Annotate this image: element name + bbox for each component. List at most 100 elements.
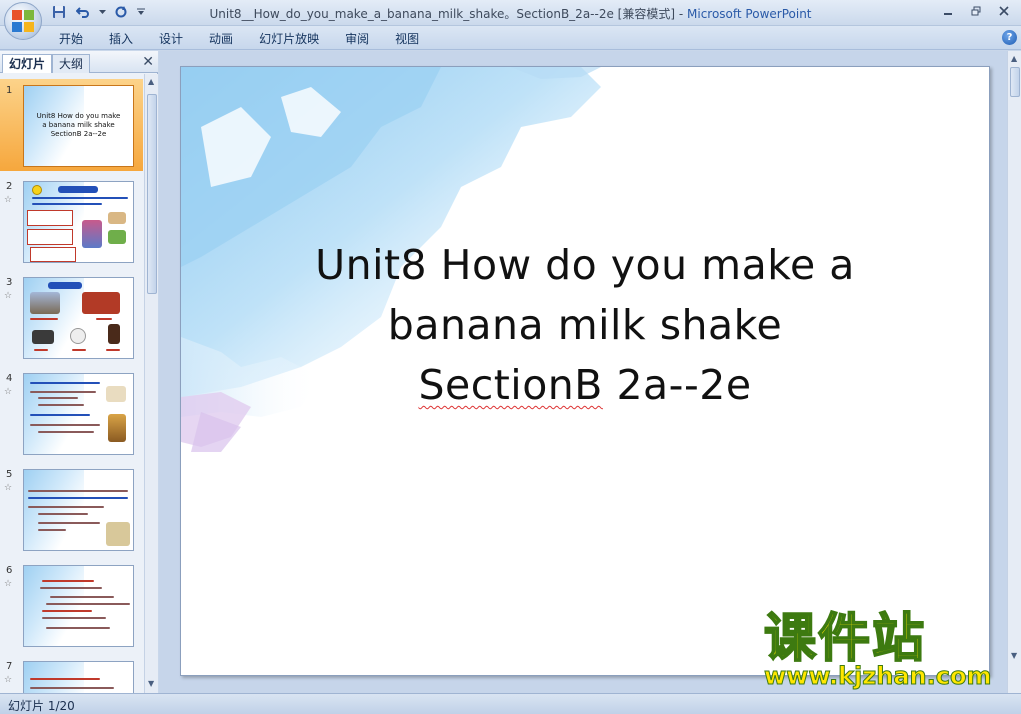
tab-home[interactable]: 开始	[46, 30, 96, 48]
thumbnail-scrollbar[interactable]: ▲ ▼	[144, 74, 158, 693]
slide-counter: 幻灯片 1/20	[8, 699, 75, 713]
tab-slideshow[interactable]: 幻灯片放映	[246, 30, 332, 48]
slide-thumbnails: 1 Unit8 How do you make a banana milk sh…	[0, 74, 143, 693]
scrollbar-thumb[interactable]	[1010, 67, 1020, 97]
slide-thumb-preview[interactable]	[23, 469, 134, 551]
tab-slides[interactable]: 幻灯片	[2, 54, 53, 73]
slide-number: 5	[6, 469, 13, 480]
scrollbar-thumb[interactable]	[147, 94, 157, 294]
slide-thumb-7[interactable]: 7 ☆	[0, 655, 143, 693]
title-separator: -	[675, 7, 687, 21]
thumb-text-line	[40, 587, 102, 589]
thumb-text-line	[42, 580, 94, 582]
thumb-text-line	[30, 391, 96, 393]
thumb-background	[24, 566, 84, 646]
thumb-text-line	[42, 617, 106, 619]
thumb-picture	[108, 212, 126, 224]
thumb-picture	[106, 386, 126, 402]
slide-thumb-1[interactable]: 1 Unit8 How do you make a banana milk sh…	[0, 79, 143, 171]
pane-tabs: 幻灯片 大纲 ✕	[0, 51, 158, 73]
animation-star-icon: ☆	[4, 579, 13, 589]
thumb-text-line	[32, 197, 128, 199]
slide-editing-area: Unit8 How do you make a banana milk shak…	[159, 51, 1007, 693]
slide-number: 7	[6, 661, 13, 672]
status-bar: 幻灯片 1/20	[0, 693, 1021, 714]
slides-pane: 幻灯片 大纲 ✕ 1 Unit8 How do you make a banan…	[0, 51, 158, 693]
thumb-text-line	[30, 318, 58, 320]
thumb-picture	[82, 292, 120, 314]
close-icon[interactable]	[991, 2, 1017, 20]
thumb-text-line	[32, 203, 102, 205]
spellcheck-word: SectionB	[418, 361, 603, 409]
tab-insert[interactable]: 插入	[96, 30, 146, 48]
thumb-text-line	[72, 349, 86, 351]
tab-review[interactable]: 审阅	[332, 30, 382, 48]
slide-thumb-preview[interactable]: Unit8 How do you make a banana milk shak…	[23, 85, 134, 167]
thumb-text-line	[30, 424, 100, 426]
slide-scrollbar[interactable]: ▲ ▼	[1007, 51, 1021, 693]
ribbon-tabs: 开始 插入 设计 动画 幻灯片放映 审阅 视图	[46, 30, 432, 48]
tab-outline[interactable]: 大纲	[52, 54, 91, 73]
scroll-down-icon[interactable]: ▼	[1011, 651, 1017, 660]
restore-icon[interactable]	[963, 2, 989, 20]
thumb-text-line	[46, 603, 130, 605]
thumb-picture	[70, 328, 86, 344]
thumb-text-line	[38, 404, 84, 406]
slide-thumb-preview[interactable]	[23, 661, 134, 693]
thumb-text-line	[38, 529, 66, 531]
office-logo-icon	[12, 10, 34, 32]
slide-thumb-preview[interactable]	[23, 181, 134, 263]
title-line-3-rest: 2a--2e	[602, 361, 752, 409]
thumb-textbox	[30, 247, 76, 262]
title-bar: Unit8__How_do_you_make_a_banana_milk_sha…	[0, 0, 1021, 40]
thumb-text-line	[50, 596, 114, 598]
thumb-picture	[108, 230, 126, 244]
site-watermark: 课件站 www.kjzhan.com	[763, 609, 999, 692]
thumb-text-line	[28, 490, 128, 492]
thumb-text-line	[30, 382, 100, 384]
thumb-text-line	[28, 497, 128, 499]
document-title: Unit8__How_do_you_make_a_banana_milk_sha…	[209, 7, 676, 21]
slide-thumb-5[interactable]: 5 ☆	[0, 463, 143, 555]
pane-close-icon[interactable]: ✕	[142, 54, 154, 70]
thumb-background	[24, 470, 84, 550]
thumb-title-text: Unit8 How do you make a banana milk shak…	[36, 112, 121, 138]
thumb-heading	[48, 282, 82, 289]
help-icon[interactable]: ?	[1002, 30, 1017, 45]
tab-design[interactable]: 设计	[146, 30, 196, 48]
title-line-1: Unit8 How do you make a	[315, 241, 855, 289]
smiley-icon	[32, 185, 42, 195]
thumb-text-line	[30, 687, 114, 689]
tab-animations[interactable]: 动画	[196, 30, 246, 48]
title-line-2: banana milk shake	[387, 301, 783, 349]
slide-number: 2	[6, 181, 13, 192]
minimize-icon[interactable]	[935, 2, 961, 20]
thumb-text-line	[30, 414, 90, 416]
slide-number: 4	[6, 373, 13, 384]
slide-thumb-6[interactable]: 6 ☆	[0, 559, 143, 651]
slide-thumb-preview[interactable]	[23, 565, 134, 647]
slide-thumb-2[interactable]: 2 ☆	[0, 175, 143, 267]
animation-star-icon: ☆	[4, 195, 13, 205]
slide-thumb-preview[interactable]	[23, 373, 134, 455]
scroll-up-icon[interactable]: ▲	[148, 77, 154, 86]
current-slide[interactable]: Unit8 How do you make a banana milk shak…	[180, 66, 990, 676]
scroll-down-icon[interactable]: ▼	[148, 679, 154, 688]
thumb-text-line	[30, 678, 100, 680]
tab-view[interactable]: 视图	[382, 30, 432, 48]
thumb-textbox	[27, 229, 73, 245]
thumb-heading	[58, 186, 98, 193]
thumb-text-line	[34, 349, 48, 351]
office-button[interactable]	[4, 2, 42, 40]
thumb-text-line	[38, 397, 78, 399]
ribbon: 开始 插入 设计 动画 幻灯片放映 审阅 视图 ?	[0, 26, 1021, 50]
thumb-text-line	[46, 627, 110, 629]
slide-thumb-preview[interactable]	[23, 277, 134, 359]
window-controls	[935, 2, 1017, 20]
thumb-picture	[82, 220, 102, 248]
slide-title[interactable]: Unit8 How do you make a banana milk shak…	[181, 235, 989, 415]
window-title: Unit8__How_do_you_make_a_banana_milk_sha…	[0, 5, 1021, 22]
slide-thumb-3[interactable]: 3 ☆	[0, 271, 143, 363]
slide-thumb-4[interactable]: 4 ☆	[0, 367, 143, 459]
scroll-up-icon[interactable]: ▲	[1011, 54, 1017, 63]
